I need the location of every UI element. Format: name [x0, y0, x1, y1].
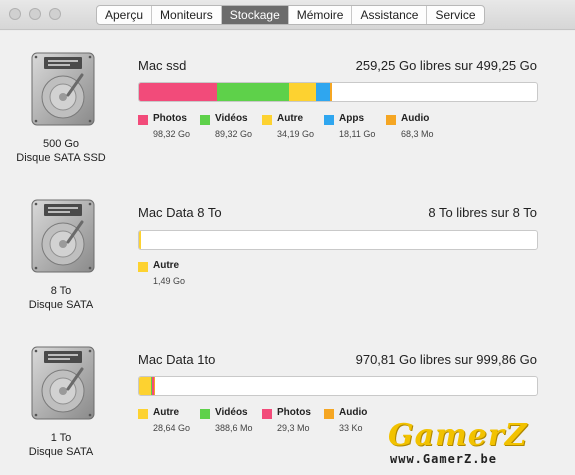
usage-segment-audio — [330, 83, 332, 101]
title-bar: Aperçu Moniteurs Stockage Mémoire Assist… — [0, 0, 575, 30]
disk-section: 8 To Disque SATA Mac Data 8 To 8 To libr… — [0, 176, 575, 321]
legend-swatch — [200, 115, 210, 125]
disk-name: Mac Data 8 To — [138, 205, 222, 220]
disk-caption: 500 Go Disque SATA SSD — [0, 137, 122, 165]
legend-label: Photos — [153, 113, 187, 124]
usage-segment-videos — [217, 83, 289, 101]
legend-size: 89,32 Go — [215, 129, 253, 139]
disk-capacity: 1 To — [50, 432, 72, 444]
zoom-window-button[interactable] — [49, 8, 61, 20]
tab-apercu[interactable]: Aperçu — [97, 6, 153, 24]
legend-size: 29,3 Mo — [277, 423, 310, 433]
storage-usage-bar — [138, 376, 538, 396]
legend-swatch — [262, 409, 272, 419]
legend-swatch — [262, 115, 272, 125]
legend-swatch — [200, 409, 210, 419]
legend-swatch — [138, 409, 148, 419]
disk-type: Disque SATA SSD — [16, 152, 106, 164]
legend-size: 98,32 Go — [153, 129, 191, 139]
disk-section: 500 Go Disque SATA SSD Mac ssd 259,25 Go… — [0, 31, 575, 176]
storage-pane: 500 Go Disque SATA SSD Mac ssd 259,25 Go… — [0, 31, 575, 475]
legend-size: 1,49 Go — [153, 276, 186, 286]
disk-free-space: 8 To libres sur 8 To — [428, 205, 537, 220]
legend-swatch — [324, 115, 334, 125]
legend-size: 33 Ko — [339, 423, 363, 433]
legend-label: Photos — [277, 407, 311, 418]
legend-label: Autre — [153, 260, 180, 271]
legend-size: 388,6 Mo — [215, 423, 253, 433]
disk-free-space: 259,25 Go libres sur 499,25 Go — [355, 58, 537, 73]
legend-size: 68,3 Mo — [401, 129, 434, 139]
watermark-url: www.GamerZ.be — [390, 452, 497, 466]
legend-label: Apps — [339, 113, 364, 124]
tab-moniteurs[interactable]: Moniteurs — [152, 6, 222, 24]
legend-swatch — [138, 115, 148, 125]
hard-drive-icon — [31, 346, 95, 420]
legend-size: 34,19 Go — [277, 129, 315, 139]
disk-type: Disque SATA — [28, 299, 94, 311]
hard-drive-icon — [31, 199, 95, 273]
tab-stockage[interactable]: Stockage — [221, 6, 289, 24]
usage-segment-autre — [288, 83, 316, 101]
legend-label: Vidéos — [215, 407, 248, 418]
legend-label: Audio — [401, 113, 430, 124]
disk-caption: 8 To Disque SATA — [0, 284, 122, 312]
legend-label: Autre — [277, 113, 304, 124]
close-window-button[interactable] — [9, 8, 21, 20]
usage-segment-photos — [139, 83, 218, 101]
legend-size: 18,11 Go — [339, 129, 376, 139]
legend-swatch — [138, 262, 148, 272]
legend-label: Vidéos — [215, 113, 248, 124]
legend-size: 28,64 Go — [153, 423, 191, 433]
usage-segment-autre — [139, 231, 141, 249]
legend-label: Audio — [339, 407, 368, 418]
legend-swatch — [386, 115, 396, 125]
tab-memoire[interactable]: Mémoire — [289, 6, 353, 24]
usage-segment-autre — [139, 377, 151, 395]
disk-name: Mac Data 1to — [138, 352, 216, 367]
disk-capacity: 8 To — [50, 285, 72, 297]
minimize-window-button[interactable] — [29, 8, 41, 20]
usage-segment-audio — [153, 377, 156, 395]
tab-assistance[interactable]: Assistance — [352, 6, 428, 24]
disk-type: Disque SATA — [28, 446, 94, 458]
disk-free-space: 970,81 Go libres sur 999,86 Go — [355, 352, 537, 367]
legend-swatch — [324, 409, 334, 419]
storage-usage-bar — [138, 230, 538, 250]
watermark-logo: GamerZ — [388, 418, 528, 453]
hard-drive-icon — [31, 52, 95, 126]
tab-bar: Aperçu Moniteurs Stockage Mémoire Assist… — [96, 5, 485, 25]
tab-service[interactable]: Service — [427, 6, 483, 24]
disk-capacity: 500 Go — [42, 138, 80, 150]
legend-label: Autre — [153, 407, 180, 418]
disk-caption: 1 To Disque SATA — [0, 431, 122, 459]
storage-usage-bar — [138, 82, 538, 102]
disk-name: Mac ssd — [138, 58, 187, 73]
usage-segment-apps — [315, 83, 330, 101]
